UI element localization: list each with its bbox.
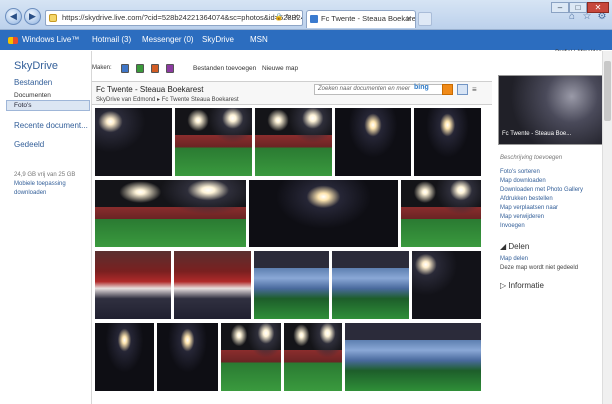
breadcrumb-item[interactable]: Steaua Boekarest	[191, 97, 239, 103]
album-title: Fc Twente - Steaua Boekarest	[96, 85, 204, 94]
download-folder-link[interactable]: Map downloaden	[500, 178, 546, 184]
sort-photos-link[interactable]: Foto's sorteren	[500, 169, 540, 175]
photo-thumbnail[interactable]	[94, 179, 247, 248]
maken-label: Maken:	[92, 65, 112, 71]
photo-thumbnail[interactable]	[344, 322, 482, 392]
info-heading-label: Informatie	[508, 281, 544, 290]
photo-thumbnail[interactable]	[334, 107, 412, 177]
word-doc-icon[interactable]	[121, 64, 129, 73]
brand-link[interactable]: Windows Live™	[22, 30, 79, 50]
mobile-app-link[interactable]: Mobiele toepassing	[14, 181, 66, 187]
mobile-app-link-2[interactable]: downloaden	[14, 190, 46, 196]
msn-link[interactable]: MSN	[250, 30, 268, 50]
new-tab-button[interactable]	[418, 12, 432, 26]
skydrive-link[interactable]: SkyDrive	[202, 30, 234, 50]
photo-thumbnail[interactable]	[248, 179, 399, 248]
windows-logo-icon	[8, 37, 18, 44]
photo-thumbnail[interactable]	[94, 107, 173, 177]
favicon-icon	[310, 15, 318, 23]
photo-grid	[94, 107, 482, 404]
breadcrumb-item[interactable]: Fc Twente	[162, 97, 190, 103]
share-status-text: Deze map wordt niet gedeeld	[500, 265, 579, 271]
tab-title: Fc Twente - Steaua Boekarest	[321, 14, 416, 23]
list-view-icon[interactable]: ≡	[472, 85, 482, 94]
sidebar-item-bestanden[interactable]: Bestanden	[14, 78, 52, 87]
messenger-link[interactable]: Messenger (0)	[142, 30, 194, 50]
photo-thumbnail[interactable]	[156, 322, 219, 392]
photo-thumbnail[interactable]	[400, 179, 482, 248]
browser-chrome: ◀ ▶ https://skydrive.live.com/?cid=528b2…	[0, 0, 612, 30]
sidebar-item-documenten[interactable]: Documenten	[14, 92, 51, 99]
sidebar-item-recente[interactable]: Recente document...	[14, 121, 88, 130]
sidebar: SkyDrive Bestanden Documenten Foto's Rec…	[0, 51, 90, 404]
minimize-button[interactable]: –	[551, 2, 569, 13]
tab-close-icon[interactable]: ✕	[406, 11, 412, 27]
back-button[interactable]: ◀	[5, 8, 22, 25]
windows-live-bar: Windows Live™ Hotmail (3) Messenger (0) …	[0, 30, 612, 50]
photo-thumbnail[interactable]	[94, 250, 172, 320]
share-heading-label: Delen	[508, 242, 530, 251]
photo-thumbnail[interactable]	[220, 322, 282, 392]
photo-thumbnail[interactable]	[283, 322, 343, 392]
photo-thumbnail[interactable]	[173, 250, 252, 320]
browser-tab[interactable]: Fc Twente - Steaua Boekarest ✕	[306, 10, 416, 28]
search-icon[interactable]	[442, 84, 453, 95]
info-heading[interactable]: ▷ Informatie	[500, 281, 544, 290]
photo-thumbnail[interactable]	[411, 250, 482, 320]
share-heading[interactable]: ◢ Delen	[500, 242, 529, 251]
album-cover-caption: Fc Twente - Steaua Boe...	[502, 131, 572, 137]
forward-button[interactable]: ▶	[24, 8, 41, 25]
photo-thumbnail[interactable]	[94, 322, 155, 392]
close-window-button[interactable]: ✕	[587, 2, 609, 13]
excel-doc-icon[interactable]	[136, 64, 144, 73]
sidebar-item-fotos[interactable]: Foto's	[6, 100, 90, 111]
url-text: https://skydrive.live.com/?cid=528b24221…	[62, 13, 302, 22]
scrollbar-thumb[interactable]	[604, 61, 611, 121]
onenote-doc-icon[interactable]	[166, 64, 174, 73]
photo-thumbnail[interactable]	[174, 107, 253, 177]
address-bar[interactable]: https://skydrive.live.com/?cid=528b24221…	[45, 10, 303, 26]
sidebar-title[interactable]: SkyDrive	[14, 60, 58, 72]
main-content: Maken: Bestanden toevoegen Nieuwe map Fc…	[91, 51, 492, 404]
bing-logo: bing	[414, 84, 429, 91]
lock-icon	[49, 14, 57, 22]
new-folder-button[interactable]: Nieuwe map	[262, 65, 298, 72]
add-files-button[interactable]: Bestanden toevoegen	[193, 65, 256, 72]
move-folder-link[interactable]: Map verplaatsen naar	[500, 205, 558, 211]
powerpoint-doc-icon[interactable]	[151, 64, 159, 73]
refresh-icon[interactable]: 🔒 ↻ ✕	[275, 11, 299, 25]
thumbnail-view-icon[interactable]	[457, 84, 468, 95]
details-pane: Fc Twente - Steaua Boe... Beschrijving t…	[492, 51, 612, 404]
delete-folder-link[interactable]: Map verwijderen	[500, 214, 544, 220]
hotmail-link[interactable]: Hotmail (3)	[92, 30, 131, 50]
storage-text: 24,9 GB vrij van 25 GB	[14, 172, 76, 178]
sidebar-item-gedeeld[interactable]: Gedeeld	[14, 140, 44, 149]
embed-link[interactable]: Invoegen	[500, 223, 525, 229]
photo-thumbnail[interactable]	[413, 107, 482, 177]
add-description-link[interactable]: Beschrijving toevoegen	[500, 155, 562, 161]
album-header: Fc Twente - Steaua Boekarest SkyDrive va…	[92, 81, 492, 105]
maximize-button[interactable]: □	[569, 2, 587, 13]
download-photo-gallery-link[interactable]: Downloaden met Photo Gallery	[500, 187, 583, 193]
photo-thumbnail[interactable]	[331, 250, 410, 320]
photo-thumbnail[interactable]	[254, 107, 333, 177]
share-folder-link[interactable]: Map delen	[500, 256, 528, 262]
vertical-scrollbar[interactable]	[602, 51, 612, 404]
photo-thumbnail[interactable]	[253, 250, 330, 320]
order-prints-link[interactable]: Afdrukken bestellen	[500, 196, 553, 202]
breadcrumb-item[interactable]: SkyDrive van Edmond	[96, 97, 155, 103]
breadcrumb: SkyDrive van Edmond ▸ Fc Twente Steaua B…	[96, 96, 239, 103]
